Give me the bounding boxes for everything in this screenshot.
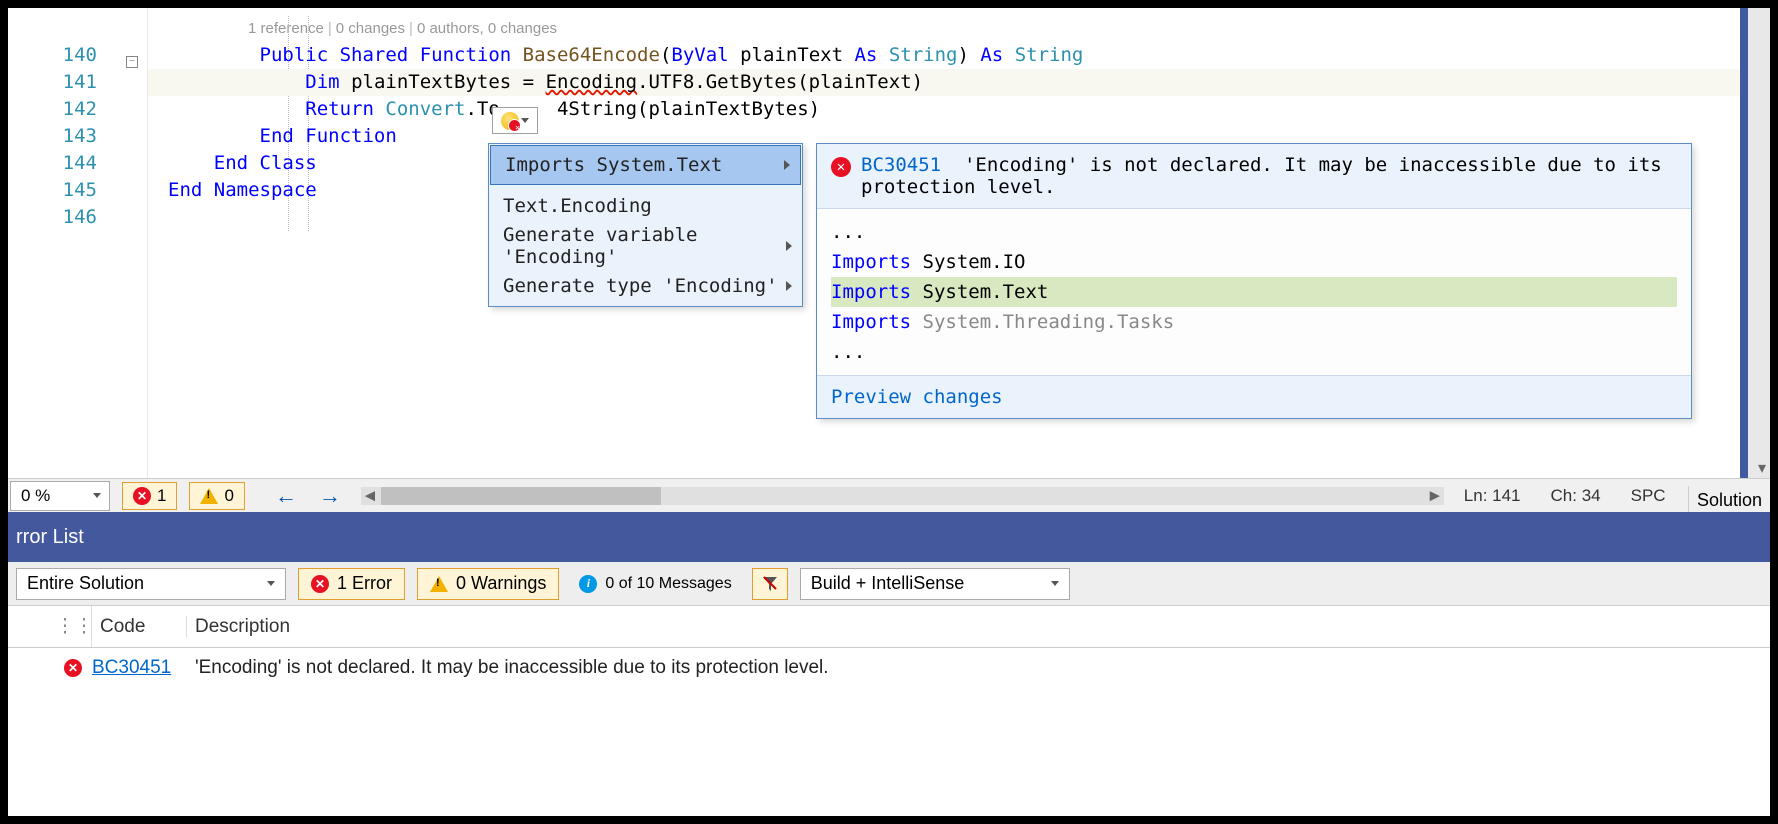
preview-changes-link[interactable]: Preview changes: [831, 386, 1003, 408]
code-line[interactable]: Dim plainTextBytes = Encoding.UTF8.GetBy…: [148, 69, 1770, 96]
line-number-gutter: − 140 141 142 143 144 145 146: [8, 8, 148, 478]
error-list-columns: ⋮⋮ Code Description: [8, 606, 1770, 648]
code-editor[interactable]: − 140 141 142 143 144 145 146 1 referenc…: [8, 8, 1770, 478]
line-number: 146: [8, 204, 147, 231]
chevron-down-icon: [521, 118, 529, 123]
preview-error-header: ✕ BC30451 'Encoding' is not declared. It…: [817, 144, 1691, 209]
filter-clear-icon: [761, 575, 779, 593]
code-body[interactable]: 1 reference|0 changes|0 authors, 0 chang…: [148, 8, 1770, 478]
line-number: 144: [8, 150, 147, 177]
quick-action-button[interactable]: ✕: [492, 107, 538, 134]
cursor-line: Ln: 141: [1464, 486, 1521, 506]
preview-footer: Preview changes: [817, 375, 1691, 418]
lightbulb-error-icon: ✕: [501, 112, 519, 130]
fix-item-generate-type[interactable]: Generate type 'Encoding': [489, 266, 802, 306]
quick-fix-menu: Imports System.Text Text.Encoding Genera…: [488, 143, 803, 307]
errors-filter-button[interactable]: ✕ 1 Error: [298, 568, 405, 600]
fix-item-generate-variable[interactable]: Generate variable 'Encoding': [489, 226, 802, 266]
code-line[interactable]: Return Convert.To 4String(plainTextBytes…: [148, 96, 1770, 123]
error-icon: ✕: [311, 575, 329, 593]
zoom-combo[interactable]: 0 %: [10, 481, 110, 511]
error-code-link[interactable]: BC30451: [861, 154, 941, 176]
error-row[interactable]: ✕ BC30451 'Encoding' is not declared. It…: [8, 648, 1770, 688]
warning-icon: [430, 576, 448, 592]
code-line[interactable]: Public Shared Function Base64Encode(ByVa…: [148, 42, 1770, 69]
error-icon: ✕: [831, 157, 851, 177]
chevron-down-icon: [267, 581, 275, 586]
error-icon: ✕: [64, 659, 82, 677]
fix-item-imports-system-text[interactable]: Imports System.Text: [490, 145, 801, 185]
error-code-link[interactable]: BC30451: [92, 657, 171, 678]
error-count-button[interactable]: ✕ 1: [122, 482, 177, 510]
error-description: 'Encoding' is not declared. It may be in…: [187, 657, 1770, 679]
scrollbar-thumb[interactable]: [381, 487, 661, 505]
column-header-description[interactable]: Description: [187, 616, 1770, 638]
codelens[interactable]: 1 reference|0 changes|0 authors, 0 chang…: [148, 16, 1770, 42]
indent-mode[interactable]: SPC: [1631, 486, 1666, 506]
line-number: 141: [8, 69, 147, 96]
warning-count-button[interactable]: 0: [189, 482, 244, 510]
horizontal-scrollbar[interactable]: ◄ ►: [361, 487, 1444, 505]
chevron-down-icon: [1051, 581, 1059, 586]
vertical-scrollbar[interactable]: [1748, 8, 1770, 478]
chevron-right-icon: [784, 160, 790, 170]
messages-filter-button[interactable]: i 0 of 10 Messages: [571, 575, 739, 593]
error-icon: ✕: [133, 487, 151, 505]
warnings-filter-button[interactable]: 0 Warnings: [417, 568, 559, 600]
nav-forward-button[interactable]: →: [319, 483, 341, 509]
column-grip-icon[interactable]: ⋮⋮: [58, 606, 92, 647]
preview-diff: ... Imports System.IO Imports System.Tex…: [817, 209, 1691, 375]
overview-ruler[interactable]: [1740, 8, 1748, 478]
cursor-col: Ch: 34: [1551, 486, 1601, 506]
column-header-code[interactable]: Code: [92, 616, 187, 638]
warning-icon: [200, 488, 218, 504]
chevron-right-icon: [786, 281, 792, 291]
fold-toggle[interactable]: −: [126, 56, 138, 68]
info-icon: i: [579, 575, 597, 593]
scroll-right-icon[interactable]: ►: [1426, 486, 1444, 506]
fix-item-text-encoding[interactable]: Text.Encoding: [489, 186, 802, 226]
split-toggle-icon[interactable]: ▾: [1758, 458, 1766, 478]
nav-back-button[interactable]: ←: [275, 483, 297, 509]
error-list-toolbar: Entire Solution ✕ 1 Error 0 Warnings i 0…: [8, 562, 1770, 606]
clear-filters-button[interactable]: [752, 568, 788, 600]
chevron-right-icon: [786, 241, 792, 251]
line-number: 142: [8, 96, 147, 123]
editor-status-bar: 0 % ✕ 1 0 ← → ◄ ► Ln: 141 Ch: 34 SPC CRL…: [8, 478, 1770, 512]
chevron-down-icon: [93, 493, 101, 498]
error-scope-combo[interactable]: Entire Solution: [16, 568, 286, 600]
scroll-left-icon[interactable]: ◄: [361, 486, 379, 506]
line-number: 145: [8, 177, 147, 204]
fix-preview-panel: ✕ BC30451 'Encoding' is not declared. It…: [816, 143, 1692, 419]
error-source-combo[interactable]: Build + IntelliSense: [800, 568, 1070, 600]
line-number: 143: [8, 123, 147, 150]
error-list-title[interactable]: rror List: [8, 512, 1770, 562]
